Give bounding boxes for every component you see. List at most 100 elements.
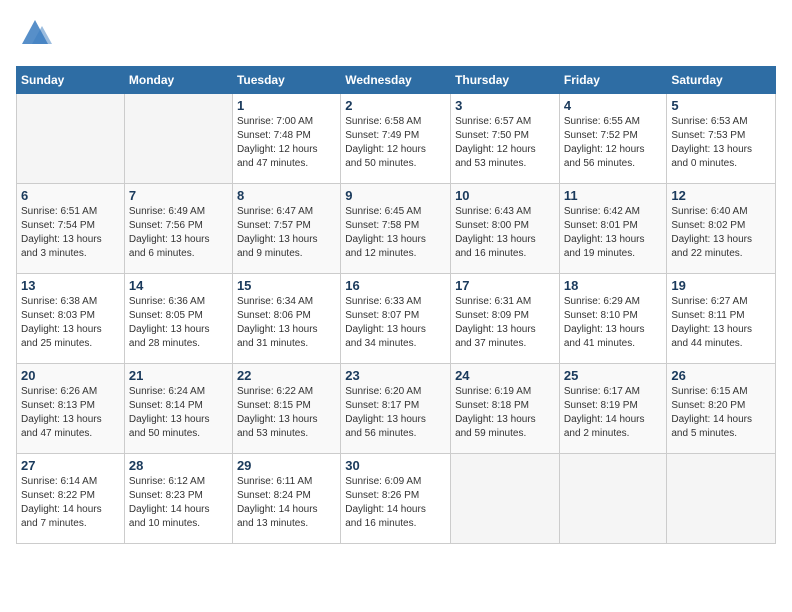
day-info: Sunrise: 6:36 AM Sunset: 8:05 PM Dayligh… <box>129 295 228 351</box>
day-info: Sunrise: 6:45 AM Sunset: 7:58 PM Dayligh… <box>345 205 446 261</box>
calendar-cell: 15Sunrise: 6:34 AM Sunset: 8:06 PM Dayli… <box>232 274 340 364</box>
day-info: Sunrise: 6:09 AM Sunset: 8:26 PM Dayligh… <box>345 475 446 531</box>
calendar-cell: 6Sunrise: 6:51 AM Sunset: 7:54 PM Daylig… <box>17 184 125 274</box>
calendar-cell: 9 Sunrise: 6:45 AM Sunset: 7:58 PM Daylig… <box>341 184 451 274</box>
calendar-cell: 10 Sunrise: 6:43 AM Sunset: 8:00 PM Dayli… <box>451 184 560 274</box>
calendar-cell: 21 Sunrise: 6:24 AM Sunset: 8:14 PM Dayli… <box>124 364 232 454</box>
calendar-cell: 14 Sunrise: 6:36 AM Sunset: 8:05 PM Dayli… <box>124 274 232 364</box>
calendar-cell: 12Sunrise: 6:40 AM Sunset: 8:02 PM Dayli… <box>667 184 776 274</box>
calendar-cell <box>17 94 125 184</box>
calendar-cell: 13 Sunrise: 6:38 AM Sunset: 8:03 PM Dayli… <box>17 274 125 364</box>
day-number: 14 <box>129 278 228 293</box>
calendar-cell <box>124 94 232 184</box>
day-number: 24 <box>455 368 555 383</box>
calendar-cell: 8 Sunrise: 6:47 AM Sunset: 7:57 PM Daylig… <box>232 184 340 274</box>
weekday-header: Wednesday <box>341 67 451 94</box>
day-info: Sunrise: 6:14 AM Sunset: 8:22 PM Dayligh… <box>21 475 120 531</box>
logo-icon <box>16 16 54 54</box>
weekday-header: Friday <box>559 67 667 94</box>
day-number: 9 <box>345 188 446 203</box>
day-number: 11 <box>564 188 663 203</box>
day-number: 10 <box>455 188 555 203</box>
page-header <box>16 16 776 54</box>
weekday-header: Thursday <box>451 67 560 94</box>
calendar-header: SundayMondayTuesdayWednesdayThursdayFrid… <box>17 67 776 94</box>
day-info: Sunrise: 6:57 AM Sunset: 7:50 PM Dayligh… <box>455 115 555 171</box>
calendar-cell: 24 Sunrise: 6:19 AM Sunset: 8:18 PM Dayli… <box>451 364 560 454</box>
day-number: 29 <box>237 458 336 473</box>
day-number: 7 <box>129 188 228 203</box>
header-row: SundayMondayTuesdayWednesdayThursdayFrid… <box>17 67 776 94</box>
calendar-cell: 3 Sunrise: 6:57 AM Sunset: 7:50 PM Daylig… <box>451 94 560 184</box>
weekday-header: Monday <box>124 67 232 94</box>
day-number: 19 <box>671 278 771 293</box>
day-number: 23 <box>345 368 446 383</box>
day-number: 3 <box>455 98 555 113</box>
day-number: 2 <box>345 98 446 113</box>
day-number: 4 <box>564 98 663 113</box>
weekday-header: Saturday <box>667 67 776 94</box>
calendar-cell: 26 Sunrise: 6:15 AM Sunset: 8:20 PM Dayli… <box>667 364 776 454</box>
calendar-cell: 7Sunrise: 6:49 AM Sunset: 7:56 PM Daylig… <box>124 184 232 274</box>
calendar-cell <box>667 454 776 544</box>
logo <box>16 16 60 54</box>
day-info: Sunrise: 6:31 AM Sunset: 8:09 PM Dayligh… <box>455 295 555 351</box>
calendar-cell: 2 Sunrise: 6:58 AM Sunset: 7:49 PM Daylig… <box>341 94 451 184</box>
calendar-cell: 1 Sunrise: 7:00 AM Sunset: 7:48 PM Daylig… <box>232 94 340 184</box>
weekday-header: Sunday <box>17 67 125 94</box>
calendar-week-row: 13 Sunrise: 6:38 AM Sunset: 8:03 PM Dayli… <box>17 274 776 364</box>
calendar-cell: 29 Sunrise: 6:11 AM Sunset: 8:24 PM Dayli… <box>232 454 340 544</box>
calendar-cell: 18 Sunrise: 6:29 AM Sunset: 8:10 PM Dayli… <box>559 274 667 364</box>
day-number: 25 <box>564 368 663 383</box>
day-info: Sunrise: 6:43 AM Sunset: 8:00 PM Dayligh… <box>455 205 555 261</box>
day-info: Sunrise: 6:33 AM Sunset: 8:07 PM Dayligh… <box>345 295 446 351</box>
day-info: Sunrise: 6:15 AM Sunset: 8:20 PM Dayligh… <box>671 385 771 441</box>
weekday-header: Tuesday <box>232 67 340 94</box>
day-number: 1 <box>237 98 336 113</box>
day-number: 21 <box>129 368 228 383</box>
day-number: 20 <box>21 368 120 383</box>
calendar-cell: 25 Sunrise: 6:17 AM Sunset: 8:19 PM Dayli… <box>559 364 667 454</box>
day-info: Sunrise: 6:27 AM Sunset: 8:11 PM Dayligh… <box>671 295 771 351</box>
day-info: Sunrise: 6:38 AM Sunset: 8:03 PM Dayligh… <box>21 295 120 351</box>
day-info: Sunrise: 6:17 AM Sunset: 8:19 PM Dayligh… <box>564 385 663 441</box>
day-number: 26 <box>671 368 771 383</box>
day-number: 8 <box>237 188 336 203</box>
calendar-week-row: 6Sunrise: 6:51 AM Sunset: 7:54 PM Daylig… <box>17 184 776 274</box>
calendar-cell: 27Sunrise: 6:14 AM Sunset: 8:22 PM Dayli… <box>17 454 125 544</box>
day-info: Sunrise: 6:29 AM Sunset: 8:10 PM Dayligh… <box>564 295 663 351</box>
day-info: Sunrise: 6:58 AM Sunset: 7:49 PM Dayligh… <box>345 115 446 171</box>
day-info: Sunrise: 6:12 AM Sunset: 8:23 PM Dayligh… <box>129 475 228 531</box>
calendar-cell: 4 Sunrise: 6:55 AM Sunset: 7:52 PM Daylig… <box>559 94 667 184</box>
calendar-cell <box>559 454 667 544</box>
calendar-body: 1 Sunrise: 7:00 AM Sunset: 7:48 PM Daylig… <box>17 94 776 544</box>
day-number: 13 <box>21 278 120 293</box>
day-info: Sunrise: 6:19 AM Sunset: 8:18 PM Dayligh… <box>455 385 555 441</box>
calendar-cell: 5Sunrise: 6:53 AM Sunset: 7:53 PM Daylig… <box>667 94 776 184</box>
day-number: 6 <box>21 188 120 203</box>
day-info: Sunrise: 6:47 AM Sunset: 7:57 PM Dayligh… <box>237 205 336 261</box>
day-info: Sunrise: 6:22 AM Sunset: 8:15 PM Dayligh… <box>237 385 336 441</box>
calendar-week-row: 1 Sunrise: 7:00 AM Sunset: 7:48 PM Daylig… <box>17 94 776 184</box>
calendar-cell <box>451 454 560 544</box>
calendar-cell: 23 Sunrise: 6:20 AM Sunset: 8:17 PM Dayli… <box>341 364 451 454</box>
day-info: Sunrise: 6:11 AM Sunset: 8:24 PM Dayligh… <box>237 475 336 531</box>
calendar-cell: 30 Sunrise: 6:09 AM Sunset: 8:26 PM Dayli… <box>341 454 451 544</box>
day-number: 28 <box>129 458 228 473</box>
calendar-cell: 16 Sunrise: 6:33 AM Sunset: 8:07 PM Dayli… <box>341 274 451 364</box>
day-info: Sunrise: 6:34 AM Sunset: 8:06 PM Dayligh… <box>237 295 336 351</box>
day-number: 18 <box>564 278 663 293</box>
day-info: Sunrise: 6:24 AM Sunset: 8:14 PM Dayligh… <box>129 385 228 441</box>
day-number: 22 <box>237 368 336 383</box>
day-info: Sunrise: 6:53 AM Sunset: 7:53 PM Dayligh… <box>671 115 771 171</box>
day-number: 16 <box>345 278 446 293</box>
calendar-week-row: 20Sunrise: 6:26 AM Sunset: 8:13 PM Dayli… <box>17 364 776 454</box>
day-info: Sunrise: 6:20 AM Sunset: 8:17 PM Dayligh… <box>345 385 446 441</box>
day-number: 30 <box>345 458 446 473</box>
calendar-cell: 28 Sunrise: 6:12 AM Sunset: 8:23 PM Dayli… <box>124 454 232 544</box>
day-info: Sunrise: 6:55 AM Sunset: 7:52 PM Dayligh… <box>564 115 663 171</box>
day-info: Sunrise: 6:42 AM Sunset: 8:01 PM Dayligh… <box>564 205 663 261</box>
day-info: Sunrise: 7:00 AM Sunset: 7:48 PM Dayligh… <box>237 115 336 171</box>
day-number: 17 <box>455 278 555 293</box>
day-info: Sunrise: 6:40 AM Sunset: 8:02 PM Dayligh… <box>671 205 771 261</box>
